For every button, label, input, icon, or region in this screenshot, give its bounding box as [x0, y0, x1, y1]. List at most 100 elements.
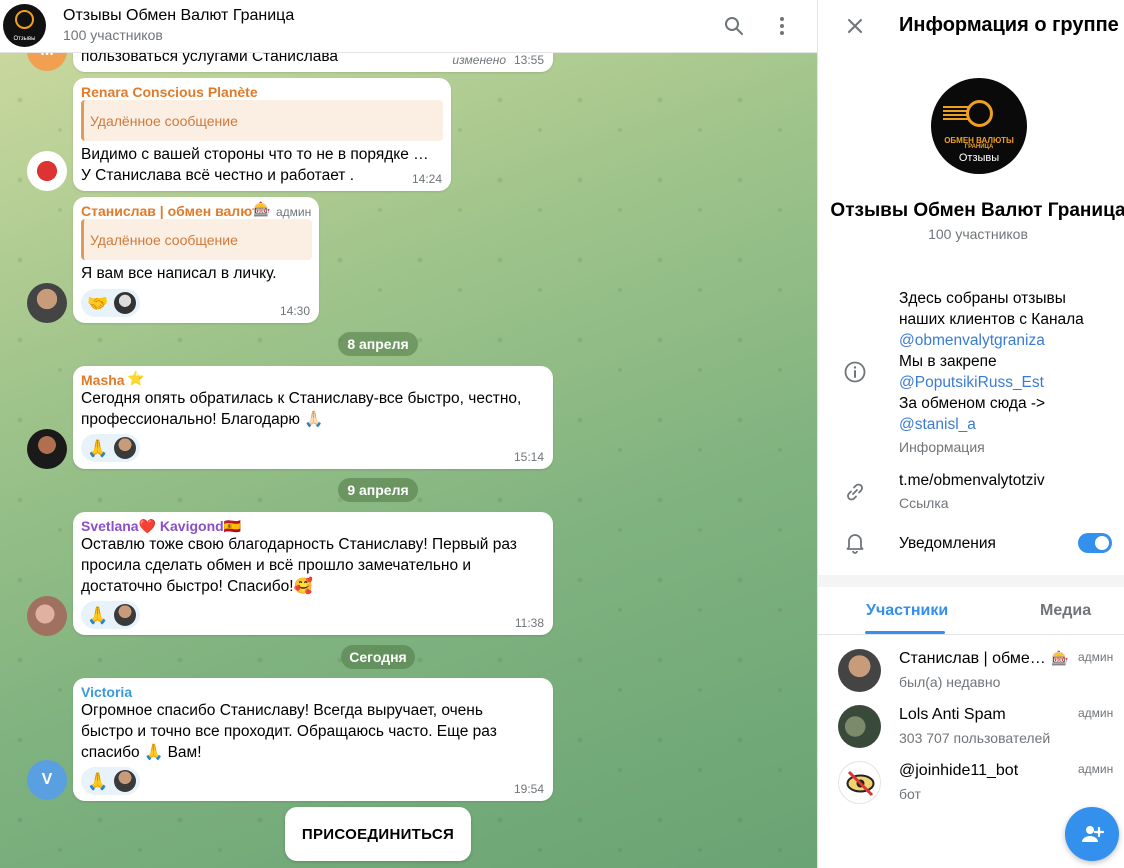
chat-title[interactable]: Отзывы Обмен Валют Граница [63, 7, 294, 25]
message-bubble[interactable]: Svetlana❤️ Kavigond🇪🇸 Оставлю тоже свою … [73, 512, 553, 635]
coin-icon [15, 10, 34, 29]
more-options-icon[interactable] [770, 14, 794, 38]
coin-icon [966, 100, 993, 127]
message-text-line: быстро и точно все проходит. Обращаюсь ч… [81, 723, 497, 740]
reaction-chip[interactable]: 🙏 [81, 601, 141, 629]
slot-machine-icon: 🎰 [1051, 650, 1069, 666]
reaction-chip[interactable]: 🤝 [81, 289, 141, 317]
date-separator: 8 апреля [338, 332, 418, 356]
folded-hands-icon: 🙏 [87, 438, 109, 458]
link-label: Ссылка [899, 495, 949, 511]
message-text-line: спасибо 🙏 Вам! [81, 744, 202, 761]
member-avatar [838, 705, 881, 748]
member-name: Lols Anti Spam [899, 706, 1006, 723]
message-time: 14:24 [411, 172, 442, 186]
message-text-line: У Станислава всё честно и работает . [81, 167, 355, 184]
member-role: админ [1078, 650, 1114, 664]
message-text-line: Огромное спасибо Станиславу! Всегда выру… [81, 702, 483, 719]
close-icon[interactable] [842, 13, 868, 39]
chat-subtitle: 100 участников [63, 27, 163, 43]
chat-avatar[interactable]: Отзывы [3, 4, 46, 47]
avatar[interactable] [27, 151, 67, 191]
message-bubble[interactable]: Renara Conscious Planète Удалённое сообщ… [73, 78, 451, 191]
message-bubble[interactable]: Victoria Огромное спасибо Станиславу! Вс… [73, 678, 553, 801]
member-status: 303 707 пользователей [899, 730, 1051, 746]
message-time: 15:14 [513, 450, 544, 464]
folded-hands-icon: 🙏 [87, 771, 109, 791]
toggle-knob [1093, 534, 1111, 552]
description-line: За обменом сюда -> [899, 395, 1046, 412]
message-time: 13:55 [513, 53, 544, 67]
reply-quote-text: Удалённое сообщение [90, 231, 238, 248]
member-role: админ [1078, 762, 1114, 776]
reactor-avatar [114, 770, 137, 792]
hidden-eye-icon [846, 770, 875, 797]
slot-machine-icon: 🎰 [253, 201, 271, 217]
section-divider [818, 575, 1124, 587]
folded-hands-icon: 🙏 [87, 605, 109, 625]
message-time: 14:30 [279, 304, 310, 318]
group-description[interactable]: Здесь собраны отзывы наших клиентов с Ка… [899, 288, 1084, 435]
avatar-brand-sub: ГРАНИЦА [964, 144, 994, 150]
message-time: 11:38 [514, 616, 544, 630]
info-icon [843, 360, 867, 384]
pinned-link[interactable]: @PoputsikiRuss_Est [899, 372, 1084, 393]
reaction-chip[interactable]: 🙏 [81, 434, 141, 462]
avatar[interactable] [27, 596, 67, 636]
message-bubble[interactable]: Masha ⭐ Сегодня опять обратилась к Стани… [73, 366, 553, 469]
chat-area: Отзывы Отзывы Обмен Валют Граница 100 уч… [0, 0, 817, 868]
message-text-line: просила сделать обмен и всё прошло замеч… [81, 557, 472, 574]
member-count: 100 участников [928, 226, 1028, 242]
description-line: наших клиентов с Канала [899, 311, 1084, 328]
member-name: Станислав | обме… [899, 650, 1046, 667]
handshake-icon: 🤝 [87, 293, 109, 313]
member-role: админ [1078, 706, 1114, 720]
join-button[interactable]: ПРИСОЕДИНИТЬСЯ [285, 807, 471, 861]
reactor-avatar [114, 604, 137, 626]
message-text-line: Видимо с вашей стороны что то не в поряд… [81, 146, 429, 163]
group-name: Отзывы Обмен Валют Граница [830, 200, 1124, 221]
member-name: @joinhide11_bot [899, 762, 1019, 779]
sender-name[interactable]: Svetlana❤️ Kavigond🇪🇸 [81, 518, 241, 535]
search-icon[interactable] [722, 14, 746, 38]
message-text-line: Сегодня опять обратилась к Станиславу-вс… [81, 390, 522, 407]
chat-avatar-caption: Отзывы [13, 36, 36, 42]
avatar[interactable]: V [27, 760, 67, 800]
sender-name[interactable]: Renara Conscious Planète [81, 84, 258, 100]
tab-media[interactable]: Медиа [1040, 602, 1091, 620]
reply-quote[interactable]: Удалённое сообщение [81, 219, 312, 260]
description-line: Здесь собраны отзывы [899, 290, 1066, 307]
star-icon: ⭐ [127, 370, 145, 386]
notifications-toggle[interactable] [1078, 533, 1112, 553]
reaction-chip[interactable]: 🙏 [81, 767, 141, 795]
avatar[interactable] [27, 283, 67, 323]
member-status: бот [899, 786, 921, 802]
sender-name[interactable]: Станислав | обмен валют [81, 203, 259, 219]
add-member-button[interactable] [1065, 807, 1119, 861]
date-separator: 9 апреля [338, 478, 418, 502]
tab-members[interactable]: Участники [866, 602, 948, 620]
panel-title: Информация о группе [899, 14, 1119, 36]
tab-border [818, 634, 1124, 635]
invite-link[interactable]: t.me/obmenvalytotziv [899, 470, 1045, 491]
avatar[interactable] [27, 429, 67, 469]
reply-quote-text: Удалённое сообщение [90, 112, 238, 129]
message-text-line: достаточно быстро! Спасибо!🥰 [81, 578, 313, 595]
chat-header[interactable]: Отзывы Отзывы Обмен Валют Граница 100 уч… [0, 0, 817, 53]
reply-quote[interactable]: Удалённое сообщение [81, 100, 443, 141]
exchange-link[interactable]: @stanisl_a [899, 414, 1084, 435]
sender-name[interactable]: Victoria [81, 684, 132, 700]
member-avatar [838, 649, 881, 692]
notifications-label: Уведомления [899, 535, 996, 552]
add-user-icon [1082, 826, 1104, 842]
group-avatar[interactable]: ОБМЕН ВАЛЮТЫ ГРАНИЦА Отзывы [931, 78, 1027, 174]
reactor-avatar [114, 292, 137, 314]
description-label: Информация [899, 439, 985, 455]
admin-badge: админ [276, 205, 312, 219]
sender-name[interactable]: Masha [81, 372, 125, 388]
message-text: Я вам все написал в личку. [81, 265, 277, 282]
channel-link[interactable]: @obmenvalytgraniza [899, 330, 1084, 351]
message-bubble[interactable]: Станислав | обмен валют 🎰 админ Удалённо… [73, 197, 319, 323]
message-text-line: профессионально! Благодарю 🙏🏻 [81, 411, 324, 428]
reactor-avatar [114, 437, 137, 459]
